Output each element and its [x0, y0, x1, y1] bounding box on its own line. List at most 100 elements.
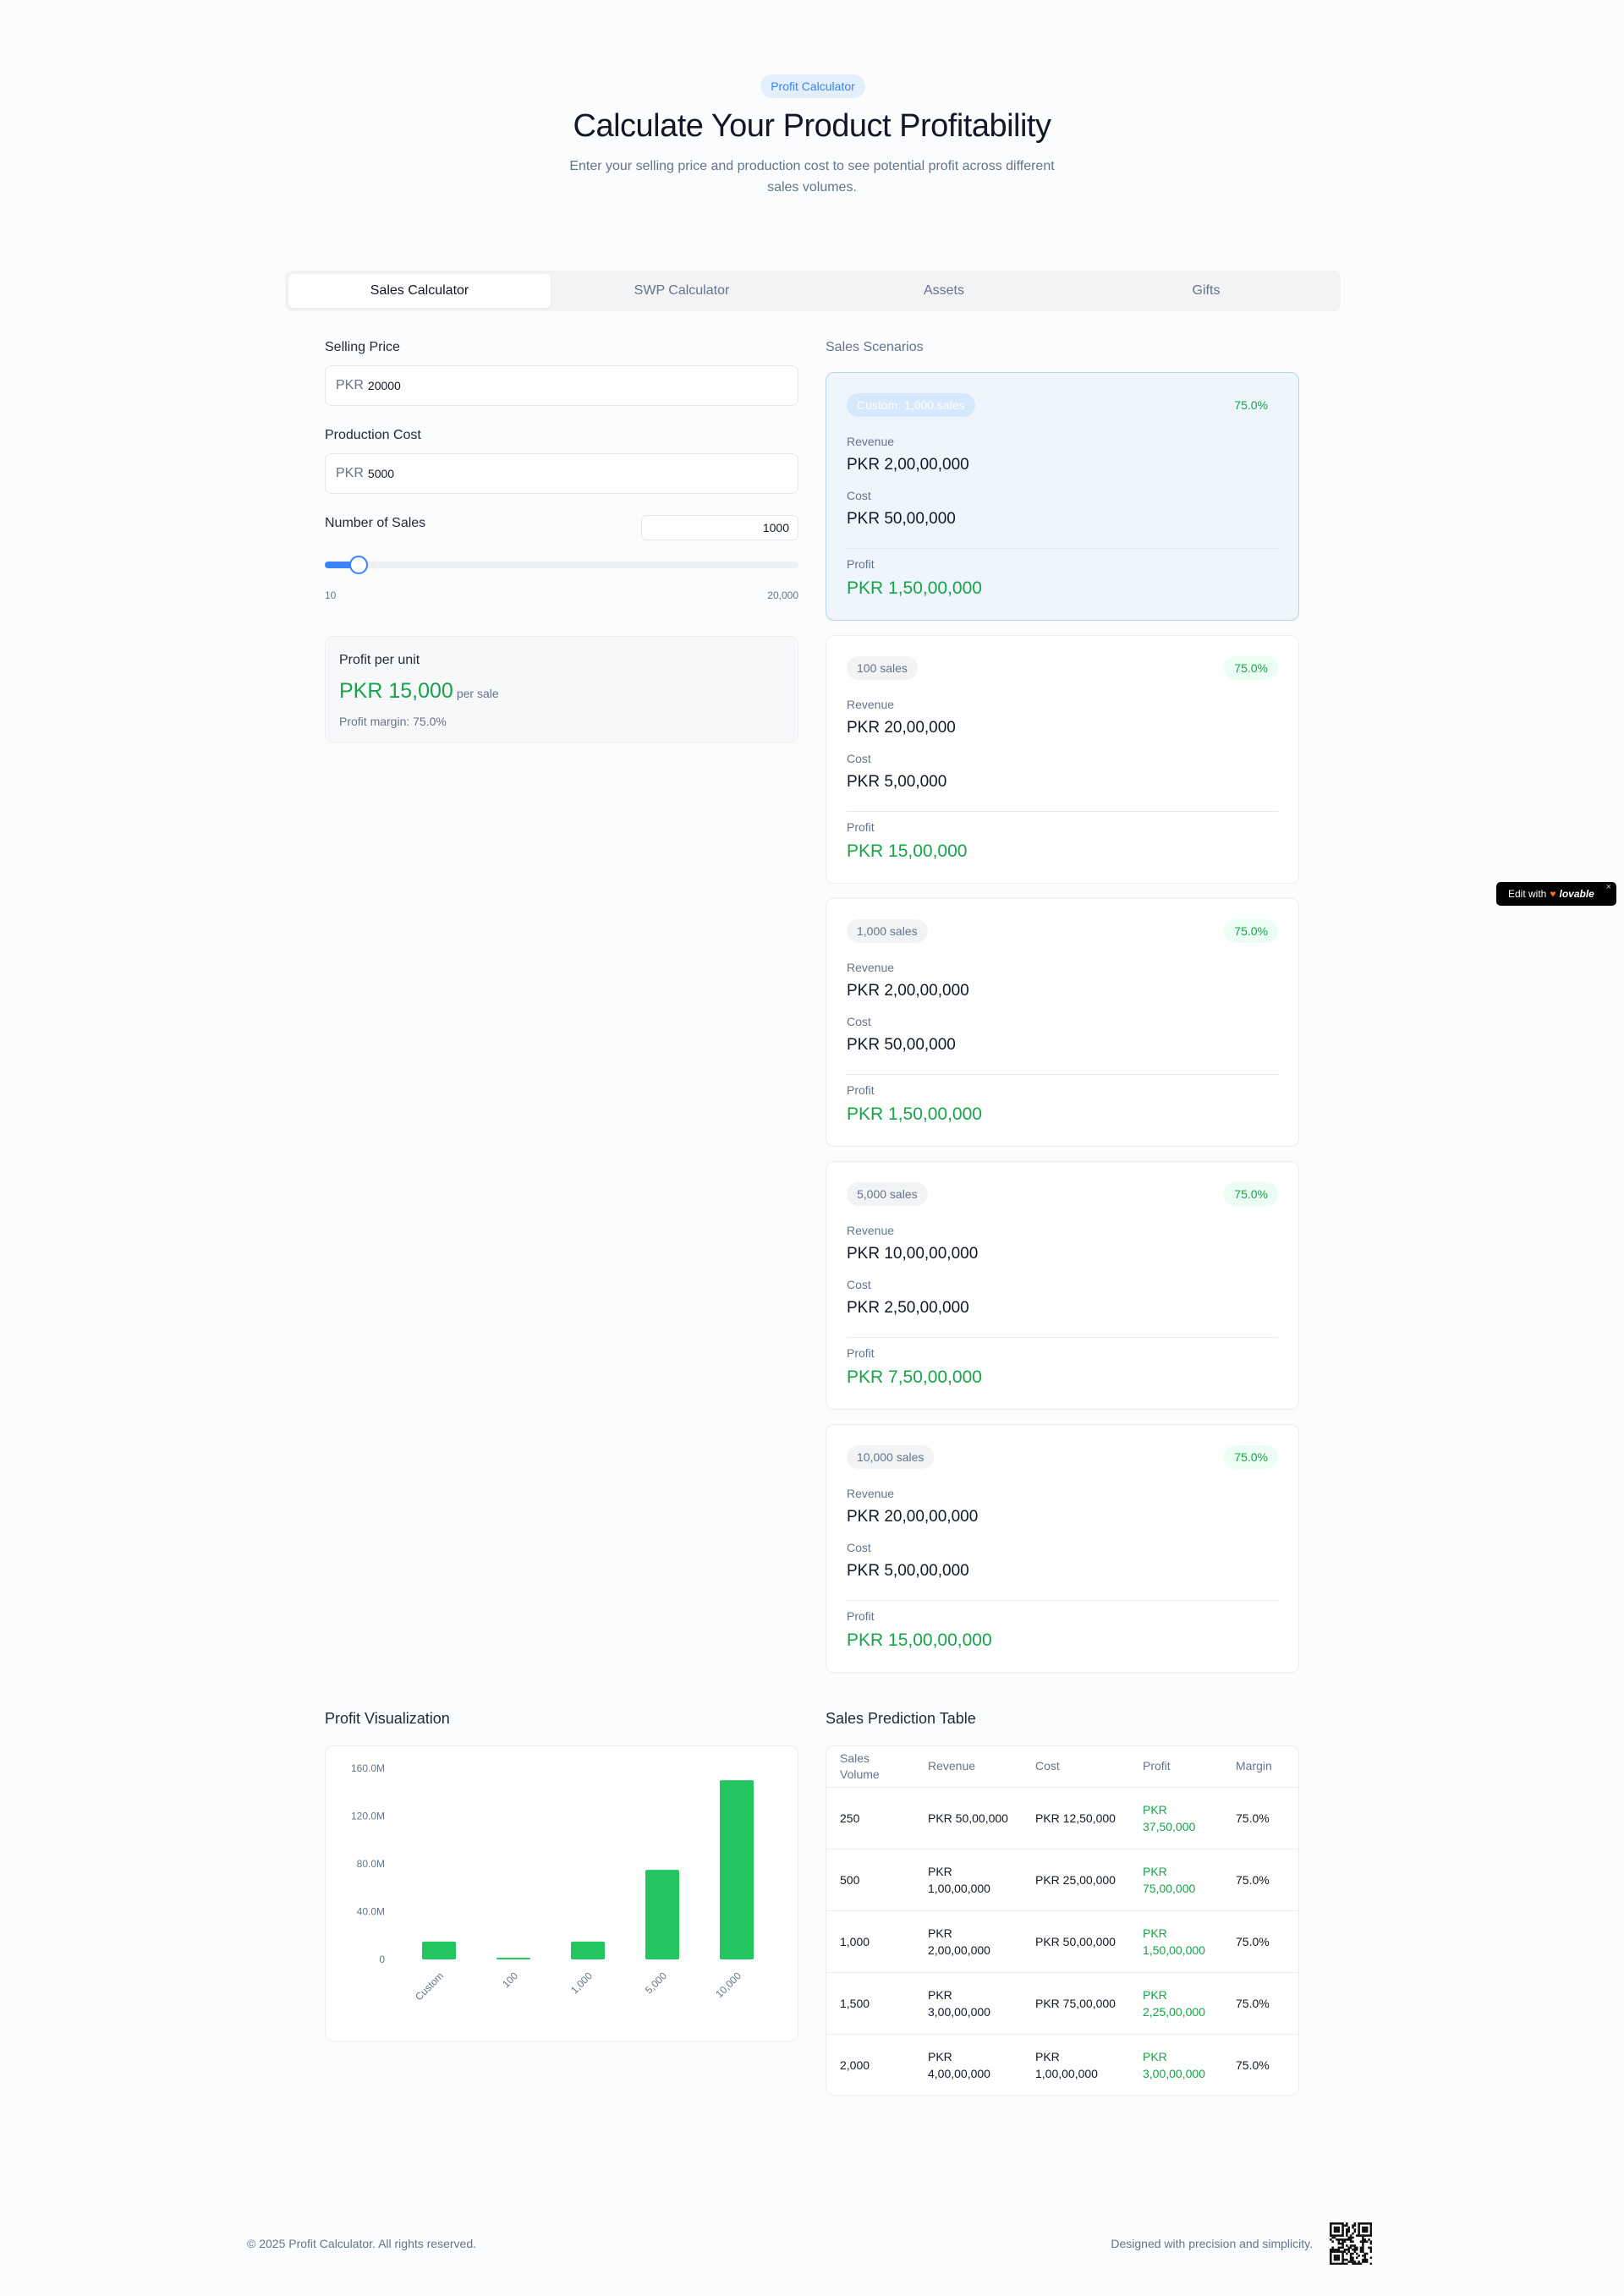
scenario-revenue-label: Revenue	[847, 698, 895, 711]
calculator-tabs: Sales Calculator SWP Calculator Assets G…	[285, 271, 1341, 311]
footer-tagline: Designed with precision and simplicity.	[1111, 2237, 1313, 2250]
cell-margin: 75.0%	[1236, 1787, 1298, 1849]
cell-revenue: PKR 3,00,00,000	[914, 1972, 1022, 2035]
slider-min-label: 10	[325, 589, 337, 601]
cell-profit: PKR 1,50,00,000	[1129, 1910, 1236, 1973]
scenario-cost-value: PKR 5,00,000	[847, 773, 947, 791]
close-icon[interactable]: ×	[1606, 882, 1611, 892]
col-revenue: Revenue	[914, 1746, 1022, 1788]
cell-profit: PKR 75,00,000	[1129, 1849, 1236, 1911]
tab-assets[interactable]: Assets	[813, 274, 1075, 308]
scenario-sales-badge: 10,000 sales	[847, 1445, 935, 1469]
chart-bar[interactable]	[645, 1870, 679, 1959]
x-tick-label: 1,000	[568, 1970, 595, 1996]
profit-per-unit-amount: PKR 15,000	[339, 679, 453, 703]
selling-price-input[interactable]: PKR 20000	[325, 365, 798, 406]
cell-profit: PKR 3,00,00,000	[1143, 2049, 1205, 2080]
scenario-card: 10,000 sales 75.0% Revenue PKR 20,00,00,000…	[826, 1424, 1299, 1673]
profit-per-unit-value: PKR 15,000 per sale	[339, 679, 499, 704]
scenario-cost-label: Cost	[847, 752, 871, 765]
scenario-profit-value: PKR 15,00,000	[847, 841, 968, 861]
scenario-sales-badge: 100 sales	[847, 656, 918, 680]
sales-slider-handle[interactable]	[349, 556, 368, 574]
scenario-margin-badge: 75.0%	[1224, 656, 1278, 680]
cell-profit: PKR 37,50,000	[1129, 1787, 1236, 1849]
scenario-sales-badge: 5,000 sales	[847, 1182, 928, 1206]
scenario-divider	[847, 811, 1278, 812]
scenario-sales-badge: Custom: 1,000 sales	[847, 393, 975, 417]
x-tick-label: 5,000	[643, 1970, 669, 1996]
sales-prediction-table: Sales Volume Revenue Cost Profit Margin …	[826, 1745, 1299, 2096]
scenario-revenue-label: Revenue	[847, 1487, 895, 1500]
cell-margin: 75.0%	[1236, 1910, 1298, 1973]
chart-bar[interactable]	[497, 1957, 530, 1959]
page-title: Calculate Your Product Profitability	[573, 108, 1052, 144]
scenario-divider	[847, 548, 1278, 549]
production-cost-prefix: PKR	[336, 466, 364, 480]
scenario-cost-label: Cost	[847, 1541, 871, 1554]
cell-profit: PKR 2,25,00,000	[1129, 1972, 1236, 2035]
slider-max-label: 20,000	[767, 589, 798, 601]
table-row: 2,000 PKR 4,00,00,000 PKR 1,00,00,000 PKR 3…	[826, 2034, 1298, 2095]
sales-prediction-title: Sales Prediction Table	[826, 1710, 976, 1727]
cell-revenue: PKR 1,00,00,000	[914, 1849, 1022, 1911]
cell-sales-volume: 1,000	[826, 1910, 914, 1973]
cell-cost: PKR 75,00,000	[1022, 1972, 1129, 2035]
scenario-margin-badge: 75.0%	[1224, 1182, 1278, 1206]
number-of-sales-label: Number of Sales	[325, 516, 426, 530]
production-cost-input[interactable]: PKR 5000	[325, 453, 798, 494]
selling-price-label: Selling Price	[325, 340, 400, 354]
table-row: 500 PKR 1,00,00,000 PKR 25,00,000 PKR 75,00…	[826, 1849, 1298, 1911]
y-tick-label: 40.0M	[357, 1906, 385, 1918]
tab-gifts[interactable]: Gifts	[1075, 274, 1337, 308]
selling-price-prefix: PKR	[336, 378, 364, 392]
scenario-profit-label: Profit	[847, 1609, 875, 1623]
scenario-cost-label: Cost	[847, 1278, 871, 1291]
chart-bar[interactable]	[720, 1780, 754, 1959]
scenario-profit-label: Profit	[847, 820, 875, 834]
scenario-card: 5,000 sales 75.0% Revenue PKR 10,00,00,000 C…	[826, 1161, 1299, 1410]
y-tick-label: 120.0M	[351, 1811, 385, 1822]
scenario-margin-badge: 75.0%	[1224, 1445, 1278, 1469]
profit-per-unit-suffix: per sale	[456, 687, 499, 700]
y-tick-label: 80.0M	[357, 1858, 385, 1870]
scenario-revenue-label: Revenue	[847, 1224, 895, 1237]
cell-cost: PKR 1,00,00,000	[1035, 2049, 1098, 2080]
sales-slider[interactable]	[325, 556, 798, 574]
scenario-profit-label: Profit	[847, 1346, 875, 1360]
chart-bar[interactable]	[422, 1941, 456, 1959]
table-body: 250 PKR 50,00,000 PKR 12,50,000 PKR 37,50,0…	[826, 1787, 1298, 2095]
qr-code-graphic	[1330, 2222, 1373, 2266]
scenario-cost-value: PKR 5,00,00,000	[847, 1562, 969, 1580]
cell-sales-volume: 1,500	[826, 1972, 914, 2035]
cell-revenue: PKR 50,00,000	[914, 1787, 1022, 1849]
tab-swp-calculator[interactable]: SWP Calculator	[551, 274, 813, 308]
profit-per-unit-title: Profit per unit	[339, 653, 420, 667]
col-profit: Profit	[1129, 1746, 1236, 1788]
scenario-cost-value: PKR 50,00,000	[847, 1036, 956, 1054]
x-tick-label: Custom	[413, 1970, 446, 2003]
scenario-profit-value: PKR 15,00,00,000	[847, 1630, 992, 1650]
scenario-revenue-value: PKR 20,00,000	[847, 719, 956, 737]
scenario-cost-value: PKR 2,50,00,000	[847, 1299, 969, 1317]
cell-margin: 75.0%	[1236, 2058, 1270, 2072]
scenario-profit-label: Profit	[847, 1083, 875, 1097]
tab-sales-calculator[interactable]: Sales Calculator	[288, 274, 551, 308]
edit-with-lovable-badge[interactable]: Edit with ♥ lovable ×	[1496, 882, 1616, 906]
chart-bar[interactable]	[571, 1941, 605, 1959]
selling-price-value: 20000	[367, 379, 401, 392]
footer-copyright: © 2025 Profit Calculator. All rights res…	[247, 2237, 476, 2250]
cell-sales-volume: 500	[826, 1849, 914, 1911]
cell-cost: PKR 50,00,000	[1022, 1910, 1129, 1973]
number-of-sales-input[interactable]: 1000	[641, 515, 798, 540]
scenario-profit-value: PKR 1,50,00,000	[847, 578, 982, 598]
scenario-divider	[847, 1600, 1278, 1601]
cell-margin: 75.0%	[1236, 1849, 1298, 1911]
table-row: 1,000 PKR 2,00,00,000 PKR 50,00,000 PKR 1,5…	[826, 1910, 1298, 1973]
scenario-revenue-value: PKR 10,00,00,000	[847, 1245, 979, 1263]
scenario-profit-value: PKR 1,50,00,000	[847, 1104, 982, 1124]
cell-sales-volume: 250	[826, 1787, 914, 1849]
x-tick-label: 10,000	[713, 1970, 743, 2000]
scenario-sales-badge: 1,000 sales	[847, 919, 928, 943]
hero-badge: Profit Calculator	[760, 74, 865, 98]
